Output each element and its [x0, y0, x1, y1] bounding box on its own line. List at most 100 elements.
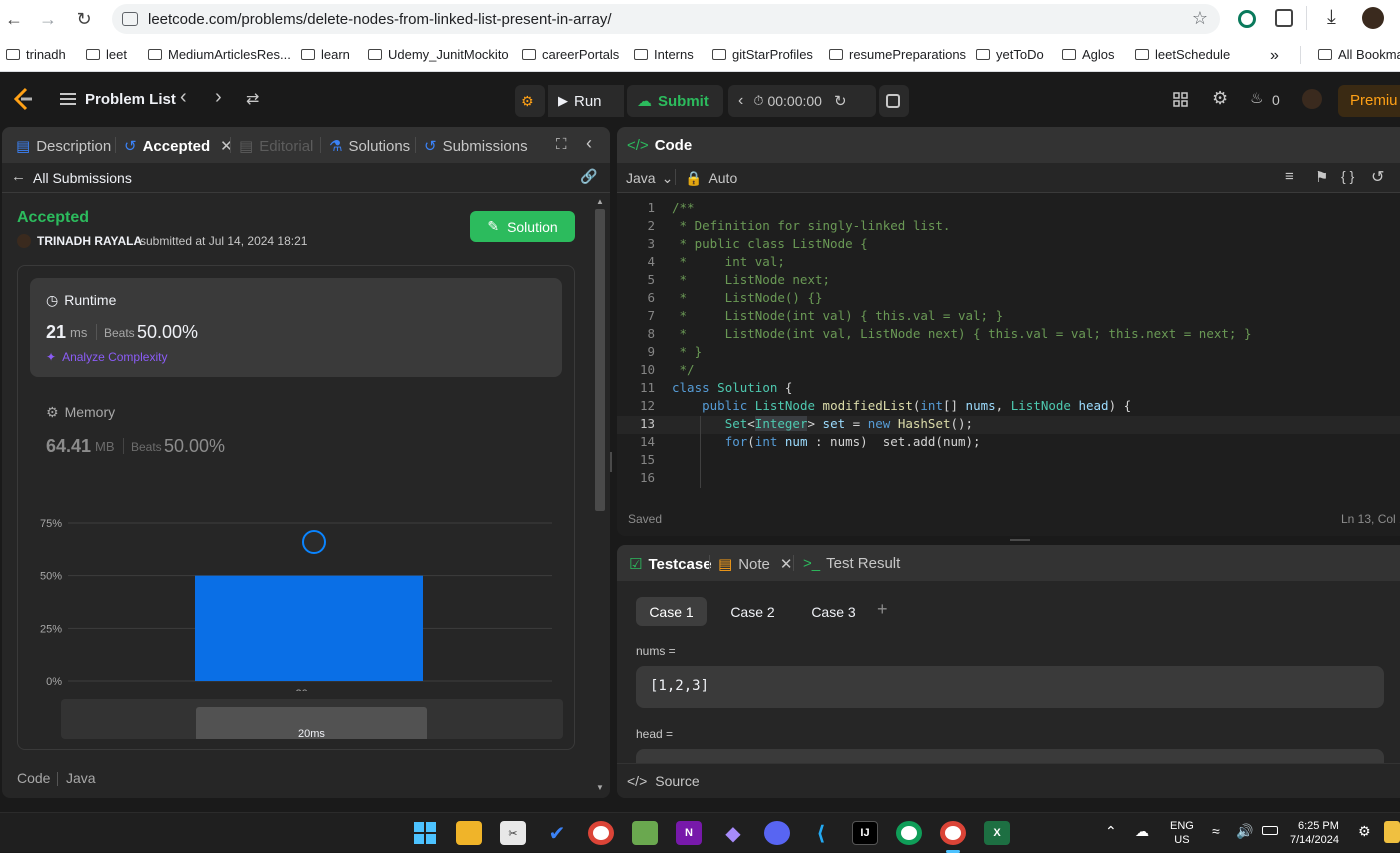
source-link[interactable]: </> Source — [627, 773, 700, 789]
bookmark-folder-aglos[interactable]: Aglos — [1062, 47, 1115, 62]
bookmark-folder-udemy[interactable]: Udemy_JunitMockito — [368, 47, 509, 62]
bookmark-folder-yettodo[interactable]: yetToDo — [976, 47, 1044, 62]
link-icon[interactable]: 🔗 — [580, 168, 597, 185]
bookmark-folder-leet[interactable]: leet — [86, 47, 127, 62]
horizontal-resize-handle[interactable] — [1010, 539, 1030, 541]
bookmark-folder-interns[interactable]: Interns — [634, 47, 694, 62]
analyze-complexity-link[interactable]: ✦ Analyze Complexity — [46, 350, 167, 364]
mini-distribution[interactable]: 20ms — [61, 699, 563, 740]
nums-input[interactable]: [1,2,3] — [636, 666, 1384, 708]
tab-code[interactable]: </> Code — [627, 137, 692, 154]
forward-arrow-icon[interactable]: → — [36, 7, 60, 31]
scrollbar-track[interactable]: ▲ ▼ — [593, 193, 607, 798]
excel-icon[interactable]: X — [984, 821, 1010, 845]
obsidian-icon[interactable]: ◆ — [720, 821, 746, 845]
todo-check-icon[interactable]: ✔ — [544, 821, 570, 845]
notes-button[interactable] — [879, 85, 909, 117]
tab-description[interactable]: ▤ Description — [16, 137, 111, 156]
paint-icon[interactable] — [632, 821, 658, 845]
submitter-name[interactable]: TRINADH RAYALA — [37, 234, 142, 248]
solution-button[interactable]: ✎ Solution — [470, 211, 575, 242]
debug-button[interactable]: ⚙ — [515, 85, 545, 117]
chart-bar[interactable] — [195, 575, 423, 681]
language-select[interactable]: Java ⌄ — [626, 170, 673, 187]
bookmark-folder-gitstar[interactable]: gitStarProfiles — [712, 47, 813, 62]
memory-header[interactable]: ⚙ Memory — [46, 404, 115, 421]
collapse-panel-icon[interactable]: ‹ — [586, 133, 592, 154]
braces-icon[interactable]: { } — [1341, 168, 1354, 184]
profile-avatar[interactable] — [1362, 7, 1384, 29]
bookmarks-overflow-button[interactable]: » — [1270, 47, 1279, 65]
wifi-icon[interactable]: ≈ — [1212, 823, 1220, 839]
vscode-icon[interactable]: ⟨ — [808, 821, 834, 845]
onedrive-cloud-icon[interactable]: ☁ — [1135, 823, 1149, 840]
premium-button[interactable]: Premiu — [1338, 85, 1400, 117]
prev-problem-icon[interactable]: ‹ — [180, 86, 187, 109]
intellij-icon[interactable]: IJ — [852, 821, 878, 845]
all-submissions-link[interactable]: All Submissions — [33, 170, 132, 186]
chrome-profile-icon[interactable] — [896, 821, 922, 845]
format-icon[interactable]: ≡ — [1285, 168, 1294, 185]
battery-icon[interactable] — [1262, 826, 1278, 835]
bookmark-folder-leetschedule[interactable]: leetSchedule — [1135, 47, 1230, 62]
next-problem-icon[interactable]: › — [215, 86, 222, 109]
onenote-icon[interactable]: N — [676, 821, 702, 845]
bookmark-trinadh[interactable]: trinadh — [6, 47, 66, 62]
copilot-icon[interactable] — [1384, 821, 1400, 843]
tab-testcase[interactable]: ☑ Testcase — [629, 555, 712, 574]
language-indicator[interactable]: ENG US — [1170, 819, 1194, 847]
download-icon[interactable]: ⤓ — [1327, 6, 1336, 29]
bookmark-folder-careerportals[interactable]: careerPortals — [522, 47, 619, 62]
tab-submissions[interactable]: ↺ Submissions — [424, 137, 528, 156]
windows-start-icon[interactable] — [412, 821, 438, 845]
back-arrow-icon[interactable]: ← — [11, 168, 26, 185]
runtime-card[interactable]: ◷ Runtime 21 ms Beats 50.00% ✦ Analyze Com… — [30, 278, 562, 377]
problem-list-link[interactable]: Problem List — [85, 91, 176, 108]
bookmark-folder-learn[interactable]: learn — [301, 47, 350, 62]
discord-icon[interactable] — [764, 821, 790, 845]
chrome-active-icon[interactable] — [940, 821, 966, 845]
streak-fire-icon[interactable]: ♨ — [1250, 89, 1263, 107]
reset-code-icon[interactable]: ↺ — [1371, 167, 1384, 187]
site-info-icon[interactable] — [122, 12, 138, 26]
notification-icon[interactable]: ⚙ — [1358, 823, 1371, 840]
scroll-up-icon[interactable]: ▲ — [596, 197, 604, 206]
tab-editorial[interactable]: ▤ Editorial — [239, 137, 313, 156]
extensions-puzzle-icon[interactable] — [1275, 9, 1293, 27]
chrome-icon[interactable] — [588, 821, 614, 845]
close-tab-icon[interactable]: ✕ — [780, 555, 793, 573]
add-case-button[interactable]: + — [877, 599, 888, 620]
stopwatch-icon[interactable]: ⏱ — [753, 93, 763, 109]
collapse-timer-icon[interactable]: ‹ — [738, 92, 743, 110]
layout-icon[interactable] — [1173, 92, 1188, 107]
bookmark-folder-medium[interactable]: MediumArticlesRes... — [148, 47, 291, 62]
extension-icon[interactable] — [1238, 10, 1256, 28]
settings-gear-icon[interactable]: ⚙ — [1212, 88, 1228, 109]
tab-solutions[interactable]: ⚗ Solutions — [329, 137, 410, 156]
file-explorer-icon[interactable] — [456, 821, 482, 845]
user-avatar[interactable] — [1302, 89, 1322, 109]
run-button[interactable]: ▶ Run — [548, 85, 624, 117]
tab-test-result[interactable]: >_ Test Result — [803, 555, 900, 572]
expand-icon[interactable]: ⛶ — [556, 136, 567, 153]
shuffle-icon[interactable]: ⇄ — [246, 89, 259, 109]
snipping-tool-icon[interactable]: ✂ — [500, 821, 526, 845]
reload-icon[interactable]: ↻ — [72, 7, 96, 31]
autocomplete-mode[interactable]: 🔒 Auto — [685, 170, 737, 187]
case-2-tab[interactable]: Case 2 — [717, 597, 788, 626]
clock[interactable]: 6:25 PM 7/14/2024 — [1290, 819, 1339, 847]
scroll-down-icon[interactable]: ▼ — [596, 783, 604, 792]
head-input[interactable] — [636, 749, 1384, 763]
tab-note[interactable]: ▤ Note ✕ — [718, 555, 793, 574]
bookmark-folder-resume[interactable]: resumePreparations — [829, 47, 966, 62]
case-3-tab[interactable]: Case 3 — [798, 597, 869, 626]
code-area[interactable]: 1/** 2 * Definition for singly-linked li… — [617, 200, 1400, 500]
tray-overflow-icon[interactable]: ⌃ — [1105, 823, 1117, 840]
back-arrow-icon[interactable]: ← — [2, 7, 26, 31]
address-bar[interactable]: leetcode.com/problems/delete-nodes-from-… — [112, 4, 1220, 34]
leetcode-logo-icon[interactable] — [12, 87, 34, 111]
submit-button[interactable]: ☁ Submit — [627, 85, 723, 117]
vertical-resize-handle[interactable] — [610, 452, 612, 472]
star-icon[interactable]: ☆ — [1192, 8, 1208, 29]
case-1-tab[interactable]: Case 1 — [636, 597, 707, 626]
